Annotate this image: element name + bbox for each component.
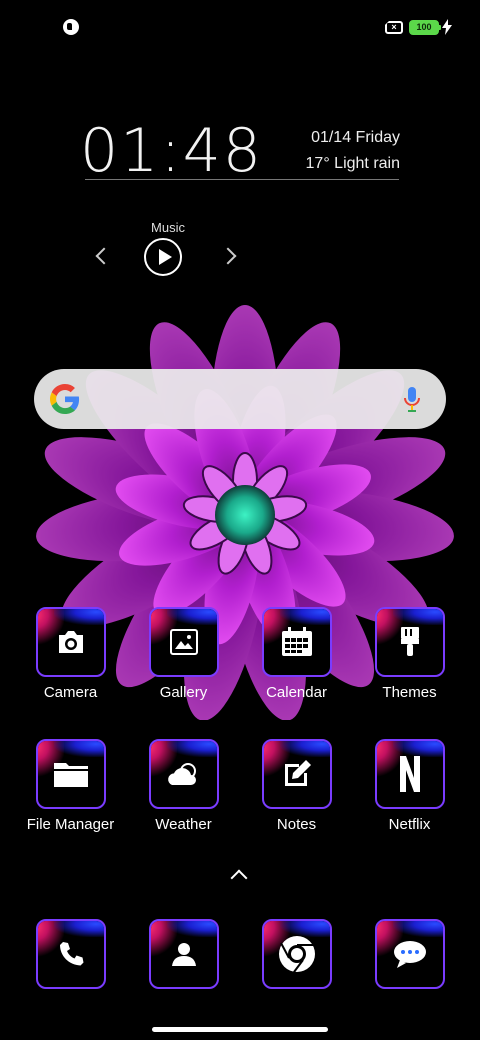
notification-app-icon [63, 19, 79, 35]
app-weather[interactable]: Weather [127, 739, 240, 833]
netflix-icon [377, 741, 443, 807]
previous-track-icon[interactable] [95, 247, 113, 265]
next-track-icon[interactable] [219, 247, 237, 265]
microphone-icon[interactable] [402, 385, 422, 415]
app-gallery[interactable]: Gallery [127, 607, 240, 701]
app-label: Gallery [159, 684, 208, 701]
app-label: File Manager [26, 816, 115, 833]
app-label: Calendar [266, 684, 327, 701]
music-label: Music [151, 220, 185, 235]
camera-icon [38, 609, 104, 675]
app-notes[interactable]: Notes [240, 739, 353, 833]
app-file-manager[interactable]: File Manager [14, 739, 127, 833]
gallery-icon [151, 609, 217, 675]
app-label: Camera [43, 684, 98, 701]
battery-icon: 100 [409, 20, 441, 35]
app-label: Netflix [388, 816, 431, 833]
weather-summary: 17° Light rain [305, 155, 400, 172]
status-bar: × 100 [0, 0, 480, 54]
contacts-icon [151, 921, 217, 987]
google-g-icon [50, 384, 80, 414]
app-themes[interactable]: Themes [353, 607, 466, 701]
clock-weather-widget[interactable]: 01:48 01/14 Friday 17° Light rain [80, 118, 402, 190]
charging-bolt-icon [442, 19, 452, 35]
music-widget: Music [88, 218, 248, 278]
app-netflix[interactable]: Netflix [353, 739, 466, 833]
chrome-icon [264, 921, 330, 987]
paintbrush-icon [377, 609, 443, 675]
google-search-bar[interactable] [34, 369, 446, 429]
app-label: Notes [276, 816, 317, 833]
battery-level: 100 [416, 22, 432, 32]
folder-icon [38, 741, 104, 807]
clock-date: 01/14 Friday [311, 129, 400, 146]
messages-icon [377, 921, 443, 987]
home-indicator[interactable] [152, 1027, 328, 1032]
app-calendar[interactable]: Calendar [240, 607, 353, 701]
no-sim-icon: × [385, 21, 403, 34]
notes-icon [264, 741, 330, 807]
app-camera[interactable]: Camera [14, 607, 127, 701]
play-button[interactable] [144, 238, 182, 276]
dock-contacts[interactable] [127, 919, 240, 989]
app-drawer-chevron-icon[interactable] [230, 869, 248, 887]
dock-messages[interactable] [353, 919, 466, 989]
clock-divider [85, 179, 399, 180]
dock-chrome[interactable] [240, 919, 353, 989]
calendar-icon [264, 609, 330, 675]
phone-icon [38, 921, 104, 987]
dock-phone[interactable] [14, 919, 127, 989]
app-label: Weather [155, 816, 212, 833]
clock-time: 01:48 [80, 116, 263, 186]
app-label: Themes [382, 684, 437, 701]
weather-icon [151, 741, 217, 807]
